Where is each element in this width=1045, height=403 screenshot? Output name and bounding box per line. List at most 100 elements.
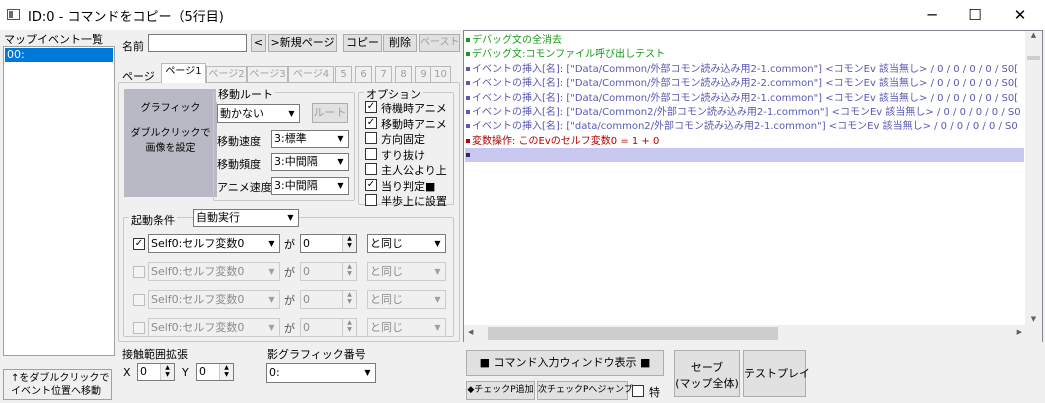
chevron-down-icon: ▼ — [434, 323, 441, 332]
map-event-list[interactable]: 00: — [3, 46, 115, 356]
minimize-button[interactable]: ─ — [909, 0, 955, 30]
anim-speed-select[interactable]: 3:中間隔 ▼ — [271, 177, 349, 195]
chevron-down-icon: ▼ — [288, 109, 295, 118]
scroll-down-icon[interactable]: ▼ — [1025, 315, 1042, 323]
chevron-down-icon: ▼ — [337, 157, 344, 166]
spin-arrows-icon[interactable]: ▲ ▼ — [342, 263, 356, 280]
condition-variable-select[interactable]: Self0:セルフ変数0 ▼ — [148, 234, 280, 253]
option-checkbox[interactable] — [365, 163, 377, 175]
option-label: すり抜け — [381, 148, 425, 162]
spin-arrows-icon[interactable]: ▲ ▼ — [219, 364, 233, 380]
command-line[interactable]: イベントの挿入[名]: ["Data/Common/外部コモン読み込み用2-1.… — [466, 63, 1018, 76]
condition-checkbox[interactable] — [133, 294, 145, 306]
option-label: 半歩上に設置 — [381, 195, 447, 208]
movement-type-select[interactable]: 動かない ▼ — [217, 104, 300, 123]
contact-range-label: 接触範囲拡張 — [122, 348, 188, 361]
tab-page-10[interactable]: 10 — [430, 66, 451, 83]
command-list[interactable]: デバッグ文の全消去 デバッグ文:コモンファイル呼び出しテストイベントの挿入[名]:… — [463, 30, 1043, 342]
list-item[interactable]: 00: — [5, 48, 113, 62]
command-line[interactable]: イベントの挿入[名]: ["Data/Common/外部コモン読み込み用2-1.… — [466, 92, 1018, 105]
condition-value-stepper[interactable]: 0 ▲ ▼ — [300, 290, 357, 309]
tab-page-7[interactable]: 7 — [375, 66, 392, 83]
test-play-button[interactable]: テストプレイ — [743, 350, 810, 397]
window-title: ID:0 - コマンドをコピー（5行目) — [28, 10, 224, 25]
tab-page-2[interactable]: ページ2 — [206, 66, 247, 83]
condition-variable-select[interactable]: Self0:セルフ変数0 ▼ — [148, 290, 280, 309]
selected-command-row[interactable] — [465, 148, 1024, 163]
option-checkbox[interactable]: ✓ — [365, 178, 377, 191]
delete-button[interactable]: 削除 — [383, 34, 417, 52]
trigger-select[interactable]: 自動実行 ▼ — [193, 209, 299, 227]
spin-arrows-icon[interactable]: ▲ ▼ — [342, 235, 356, 252]
name-input[interactable] — [148, 34, 247, 52]
condition-operator-select[interactable]: と同じ ▼ — [367, 290, 446, 309]
tab-page-5[interactable]: 5 — [335, 66, 352, 83]
condition-value: 0 — [303, 265, 310, 278]
close-button[interactable]: ✕ — [997, 0, 1043, 30]
spin-arrows-icon[interactable]: ▲ ▼ — [342, 319, 356, 336]
spin-arrows-icon[interactable]: ▲ ▼ — [342, 291, 356, 308]
add-checkpoint-button[interactable]: ◆チェックP追加 — [466, 381, 535, 400]
command-line[interactable]: イベントの挿入[名]: ["Data/Common/外部コモン読み込み用2-2.… — [466, 77, 1018, 90]
option-checkbox[interactable]: ✓ — [365, 101, 377, 113]
condition-checkbox[interactable] — [133, 322, 145, 334]
frequency-value: 3:中間隔 — [274, 155, 318, 168]
command-line[interactable] — [466, 149, 472, 162]
graphic-preview[interactable]: グラフィック ダブルクリックで 画像を設定 — [124, 89, 217, 197]
option-label: 待機時アニメ — [381, 102, 447, 115]
tab-page-1[interactable]: ページ1 — [161, 63, 206, 83]
tab-page-4[interactable]: ページ4 — [288, 66, 334, 83]
condition-checkbox[interactable] — [133, 266, 145, 278]
paste-button[interactable]: ペースト — [419, 34, 460, 52]
command-input-window-button[interactable]: ■ コマンド入力ウィンドウ表示 ■ — [466, 350, 664, 376]
condition-variable-select[interactable]: Self0:セルフ変数0 ▼ — [148, 262, 280, 281]
option-checkbox[interactable] — [365, 147, 377, 160]
condition-operator-select[interactable]: と同じ ▼ — [367, 234, 446, 253]
condition-operator-select[interactable]: と同じ ▼ — [367, 262, 446, 281]
shadow-select[interactable]: 0: ▼ — [266, 363, 376, 383]
tab-page-6[interactable]: 6 — [355, 66, 372, 83]
option-checkbox[interactable]: ✓ — [365, 116, 377, 129]
condition-checkbox[interactable]: ✓ — [133, 238, 145, 250]
frequency-label: 移動頻度 — [217, 158, 261, 171]
condition-value-stepper[interactable]: 0 ▲ ▼ — [300, 262, 357, 281]
scroll-left-icon[interactable]: ◀ — [468, 328, 473, 336]
spin-arrows-icon[interactable]: ▲ ▼ — [160, 364, 174, 380]
map-event-list-title: マップイベント一覧 — [4, 33, 103, 46]
route-button[interactable]: ルート — [312, 103, 348, 123]
option-checkbox[interactable] — [365, 132, 377, 144]
vertical-scroll-thumb[interactable] — [1027, 56, 1040, 60]
tab-page-8[interactable]: 8 — [395, 66, 412, 83]
command-line[interactable]: イベントの挿入[名]: ["Data/Common2/外部コモン読み込み用2-1… — [466, 106, 1021, 119]
scroll-right-icon[interactable]: ▶ — [1017, 328, 1022, 336]
condition-value: 0 — [303, 321, 310, 334]
save-label: セーブ — [690, 361, 724, 374]
contact-x-stepper[interactable]: 0 ▲ ▼ — [137, 363, 175, 381]
command-marker-icon — [466, 66, 470, 71]
special-checkbox[interactable] — [632, 385, 644, 397]
condition-ga-label: が — [284, 322, 295, 335]
tab-page-3[interactable]: ページ3 — [247, 66, 288, 83]
condition-value-stepper[interactable]: 0 ▲ ▼ — [300, 318, 357, 337]
scroll-up-icon[interactable]: ▲ — [1025, 31, 1042, 39]
horizontal-scroll-thumb[interactable] — [488, 327, 778, 340]
new-page-button[interactable]: >新規ページ — [268, 34, 337, 52]
command-marker-icon — [466, 124, 470, 129]
command-line[interactable]: イベントの挿入[名]: ["data/common2/外部コモン読み込み用2-1… — [466, 120, 1018, 133]
condition-variable-select[interactable]: Self0:セルフ変数0 ▼ — [148, 318, 280, 337]
frequency-select[interactable]: 3:中間隔 ▼ — [271, 153, 349, 171]
command-line[interactable]: 変数操作: このEvのセルフ変数0 = 1 + 0 — [466, 135, 659, 148]
save-button[interactable]: セーブ (マップ全体) — [674, 350, 740, 397]
option-checkbox[interactable] — [365, 194, 377, 206]
speed-select[interactable]: 3:標準 ▼ — [271, 130, 349, 148]
copy-button[interactable]: コピー — [343, 34, 382, 52]
condition-operator-select[interactable]: と同じ ▼ — [367, 318, 446, 337]
next-checkpoint-button[interactable]: 次チェックPへジャンプ — [537, 381, 633, 400]
vertical-scrollbar[interactable]: ▲ ▼ — [1025, 31, 1042, 325]
prev-page-button[interactable]: < — [251, 34, 266, 52]
contact-y-stepper[interactable]: 0 ▲ ▼ — [196, 363, 234, 381]
maximize-button[interactable]: ☐ — [952, 0, 998, 30]
condition-value-stepper[interactable]: 0 ▲ ▼ — [300, 234, 357, 253]
command-line[interactable]: デバッグ文の全消去 — [466, 34, 562, 47]
command-line[interactable]: デバッグ文:コモンファイル呼び出しテスト — [466, 48, 665, 61]
